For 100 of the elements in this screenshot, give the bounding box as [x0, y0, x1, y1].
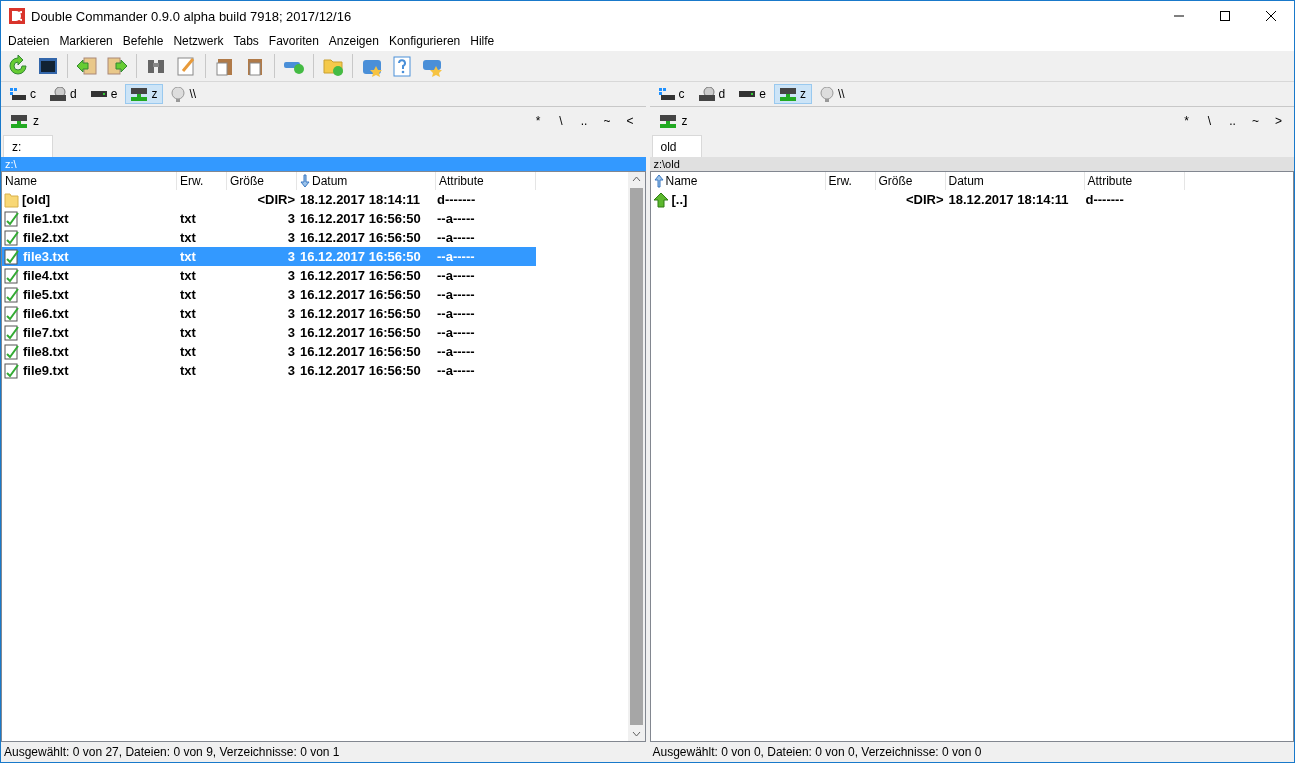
- size-cell-text: 3: [286, 230, 296, 245]
- menu-item[interactable]: Hilfe: [465, 34, 500, 48]
- tab[interactable]: z:: [3, 135, 53, 157]
- right-arrow-book-icon: [106, 55, 128, 77]
- size-cell-text: <DIR>: [256, 192, 296, 207]
- size-cell-text: 3: [286, 363, 296, 378]
- column-header[interactable]: Erw.: [177, 172, 227, 190]
- network-drive-icon: [779, 87, 796, 101]
- network-icon: [819, 86, 834, 102]
- menu-item[interactable]: Netzwerk: [168, 34, 229, 48]
- column-header[interactable]: Attribute: [436, 172, 536, 190]
- drive-label: z: [681, 114, 689, 128]
- nav-button[interactable]: ~: [595, 114, 619, 128]
- date-cell-text: 16.12.2017 16:56:50: [299, 287, 422, 302]
- date-cell-text: 16.12.2017 16:56:50: [299, 249, 422, 264]
- file-row[interactable]: file2.txt txt 3 16.12.2017 16:56:50 --a-----: [2, 228, 536, 247]
- terminal-icon: [37, 55, 59, 77]
- text-file-icon: [4, 362, 20, 379]
- drive-button[interactable]: d: [692, 84, 732, 104]
- drive-button[interactable]: \\: [165, 84, 203, 104]
- size-cell-text: 3: [286, 344, 296, 359]
- column-header[interactable]: Erw.: [825, 172, 876, 190]
- text-file-icon: [4, 305, 20, 322]
- drive-button[interactable]: \\: [813, 84, 851, 104]
- nav-button[interactable]: \: [1198, 114, 1221, 128]
- column-header[interactable]: Name: [2, 172, 177, 190]
- path-bar: z:\: [1, 157, 646, 171]
- date-cell-text: 18.12.2017 18:14:11: [947, 192, 1070, 207]
- name-cell: file2.txt: [2, 229, 177, 246]
- attribute-cell-text: --a-----: [436, 230, 476, 245]
- window-title: Double Commander 0.9.0 alpha build 7918; 2017/12/16: [31, 8, 353, 24]
- drive-button[interactable]: e: [733, 84, 772, 104]
- disc-drive-icon: [50, 87, 66, 101]
- size-cell-text: 3: [286, 287, 296, 302]
- name-cell: file6.txt: [2, 305, 177, 322]
- date-cell-text: 16.12.2017 16:56:50: [299, 306, 422, 321]
- size-cell-text: 3: [286, 211, 296, 226]
- nav-button[interactable]: >: [1267, 114, 1290, 128]
- nav-button[interactable]: ~: [1244, 114, 1267, 128]
- nav-button[interactable]: <: [618, 114, 642, 128]
- network-drive-icon: [11, 114, 27, 128]
- file-row[interactable]: file6.txt txt 3 16.12.2017 16:56:50 --a-----: [2, 304, 536, 323]
- attribute-cell-text: --a-----: [436, 344, 476, 359]
- drive-button[interactable]: c: [652, 84, 691, 104]
- extension-cell-text: txt: [179, 249, 197, 264]
- menu-item[interactable]: Favoriten: [263, 34, 324, 48]
- nav-button[interactable]: ..: [572, 114, 596, 128]
- folder-icon: [4, 191, 19, 208]
- column-header[interactable]: Datum: [297, 172, 436, 190]
- help-icon: [391, 55, 413, 77]
- column-header[interactable]: Größe: [227, 172, 297, 190]
- column-header[interactable]: Datum: [945, 172, 1085, 190]
- nav-button[interactable]: \: [549, 114, 573, 128]
- nav-button[interactable]: *: [1175, 114, 1198, 128]
- file-row[interactable]: file8.txt txt 3 16.12.2017 16:56:50 --a-----: [2, 342, 536, 361]
- date-cell-text: 16.12.2017 16:56:50: [299, 363, 422, 378]
- drive-button[interactable]: c: [4, 84, 42, 104]
- column-header[interactable]: Attribute: [1084, 172, 1185, 190]
- column-header[interactable]: Name: [650, 172, 826, 190]
- attribute-cell-text: --a-----: [436, 249, 476, 264]
- menu-item[interactable]: Tabs: [228, 34, 264, 48]
- menu-item[interactable]: Konfigurieren: [383, 34, 466, 48]
- text-file-icon: [4, 324, 20, 341]
- name-cell: [old]: [2, 191, 177, 208]
- tab[interactable]: old: [651, 135, 702, 157]
- drive-button[interactable]: e: [84, 84, 124, 104]
- menu-item[interactable]: Dateien: [3, 34, 55, 48]
- network-drive-icon: [659, 114, 676, 128]
- drive-icon: [658, 88, 675, 100]
- extension-cell-text: txt: [179, 211, 197, 226]
- file-row[interactable]: file7.txt txt 3 16.12.2017 16:56:50 --a-----: [2, 323, 536, 342]
- file-row[interactable]: [..] <DIR> 18.12.2017 18:14:11 d-------: [650, 190, 1185, 209]
- size-cell-text: 3: [286, 325, 296, 340]
- drive-button[interactable]: d: [44, 84, 83, 104]
- name-cell: file7.txt: [2, 324, 177, 341]
- refresh-icon: [7, 55, 29, 77]
- drive-icon: [739, 91, 756, 97]
- file-row[interactable]: [old] <DIR> 18.12.2017 18:14:11 d-------: [2, 190, 536, 209]
- menu-item[interactable]: Befehle: [117, 34, 169, 48]
- text-file-icon: [4, 286, 20, 303]
- nav-button[interactable]: *: [526, 114, 550, 128]
- up-arrow-icon: [652, 191, 669, 208]
- menu-item[interactable]: Markieren: [54, 34, 118, 48]
- file-row[interactable]: file9.txt txt 3 16.12.2017 16:56:50 --a-----: [2, 361, 536, 380]
- menu-item[interactable]: Anzeigen: [323, 34, 384, 48]
- attribute-cell-text: --a-----: [436, 268, 476, 283]
- nav-button[interactable]: ..: [1221, 114, 1244, 128]
- name-cell: file4.txt: [2, 267, 177, 284]
- name-cell: file8.txt: [2, 343, 177, 360]
- attribute-cell-text: --a-----: [436, 211, 476, 226]
- file-row[interactable]: file1.txt txt 3 16.12.2017 16:56:50 --a-----: [2, 209, 536, 228]
- file-row[interactable]: file4.txt txt 3 16.12.2017 16:56:50 --a-----: [2, 266, 536, 285]
- left-arrow-book-icon: [76, 55, 98, 77]
- file-row[interactable]: file5.txt txt 3 16.12.2017 16:56:50 --a-----: [2, 285, 536, 304]
- column-header[interactable]: Größe: [875, 172, 946, 190]
- scrollbar[interactable]: [627, 172, 645, 741]
- drive-button[interactable]: z: [125, 84, 164, 104]
- path-bar: z:\old: [649, 157, 1294, 171]
- drive-button[interactable]: z: [773, 84, 812, 104]
- size-cell-text: <DIR>: [904, 192, 945, 207]
